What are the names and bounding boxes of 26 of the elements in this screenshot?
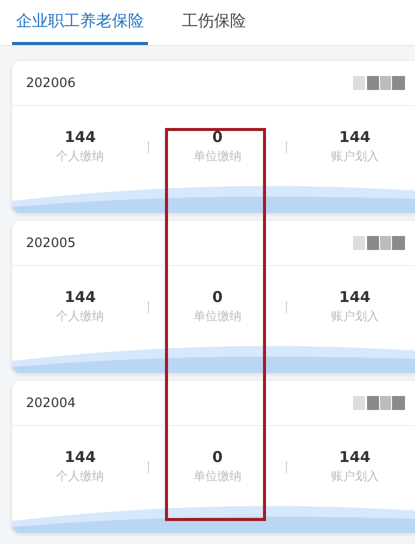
period-label: 202004 — [26, 396, 76, 410]
amount-value: 144 — [339, 448, 370, 466]
amount-label: 账户划入 — [330, 308, 379, 325]
period-label: 202005 — [26, 236, 76, 250]
redacted-mark — [353, 236, 405, 250]
amount-value: 144 — [64, 288, 96, 306]
amount-value: 0 — [212, 288, 223, 306]
amount-value: 0 — [212, 128, 223, 146]
amount-value: 0 — [212, 448, 223, 466]
amount-label: 个人缴纳 — [56, 468, 104, 485]
amount-label: 单位缴纳 — [194, 468, 242, 485]
tab[interactable]: 企业职工养老保险 — [12, 0, 148, 45]
amount-label: 账户划入 — [330, 468, 379, 485]
amount-label: 个人缴纳 — [56, 308, 104, 325]
amount-value: 144 — [64, 128, 96, 146]
amount-value: 144 — [339, 128, 370, 146]
amount-value: 144 — [64, 448, 96, 466]
redacted-mark — [353, 396, 405, 410]
amount-label: 单位缴纳 — [194, 308, 242, 325]
amount-label: 个人缴纳 — [56, 148, 104, 165]
amount-label: 单位缴纳 — [194, 148, 242, 165]
redacted-mark — [353, 76, 405, 90]
amount-label: 账户划入 — [330, 148, 379, 165]
amount-value: 144 — [339, 288, 370, 306]
tab[interactable]: 工伤保险 — [182, 0, 246, 45]
period-label: 202006 — [26, 76, 76, 90]
